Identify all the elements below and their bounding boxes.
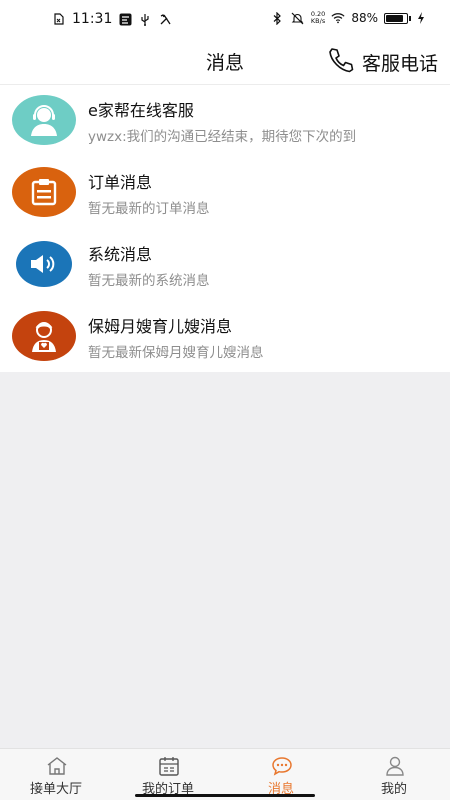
customer-service-phone-label: 客服电话: [361, 53, 438, 75]
message-item-nanny[interactable]: 保姆月嫂育儿嫂消息 暂无最新保姆月嫂育儿嫂消息: [0, 301, 450, 373]
tab-my-orders[interactable]: 我的订单: [112, 749, 224, 800]
nanny-icon: [12, 311, 76, 361]
user-icon: [384, 756, 406, 776]
network-speed: 0.20 KB/s: [310, 10, 326, 25]
message-list: e家帮在线客服 ywzx:我们的沟通已经结束，期待您下次的到 订单消息 暂无最新…: [0, 85, 450, 372]
phone-icon: [326, 46, 356, 79]
chat-bubble-icon: [271, 756, 293, 776]
tab-messages[interactable]: 消息: [225, 749, 337, 800]
message-preview: 暂无最新保姆月嫂育儿嫂消息: [88, 345, 264, 361]
status-bar: 11:31 0.20 KB/s 88%: [0, 0, 450, 38]
message-title: 系统消息: [88, 245, 153, 264]
tab-label: 我的: [380, 782, 407, 797]
message-title: 订单消息: [88, 173, 153, 192]
speaker-icon: [16, 241, 72, 287]
message-preview: ywzx:我们的沟通已经结束，期待您下次的到: [88, 129, 357, 145]
usb-icon: [138, 12, 152, 26]
order-clipboard-icon: [12, 167, 76, 217]
tab-label: 接单大厅: [29, 782, 82, 797]
message-item-system[interactable]: 系统消息 暂无最新的系统消息: [0, 229, 450, 301]
message-item-online-service[interactable]: e家帮在线客服 ywzx:我们的沟通已经结束，期待您下次的到: [0, 85, 450, 157]
battery-level: [386, 14, 403, 22]
bottom-tab-bar: 接单大厅 我的订单 消息 我的: [0, 748, 450, 800]
tab-order-hall[interactable]: 接单大厅: [0, 749, 112, 800]
tab-me[interactable]: 我的: [338, 749, 450, 800]
status-time: 11:31: [72, 11, 113, 27]
status-left: 11:31: [52, 11, 172, 27]
bluetooth-icon: [271, 11, 285, 25]
home-icon: [46, 756, 68, 776]
message-item-orders[interactable]: 订单消息 暂无最新的订单消息: [0, 157, 450, 229]
sim-card-icon: [52, 12, 66, 26]
app-notification-icon: [118, 12, 132, 26]
home-indicator: [135, 794, 315, 797]
customer-service-phone-button[interactable]: 客服电话: [326, 46, 438, 79]
charging-icon: [414, 11, 428, 25]
message-title: e家帮在线客服: [88, 101, 194, 120]
message-title: 保姆月嫂育儿嫂消息: [88, 317, 233, 336]
battery-icon: [384, 12, 411, 24]
message-preview: 暂无最新的订单消息: [88, 201, 210, 217]
mute-bell-icon: [291, 11, 305, 25]
status-right: 0.20 KB/s 88%: [271, 11, 428, 25]
tools-icon: [158, 12, 172, 26]
battery-percent: 88%: [351, 11, 378, 25]
message-preview: 暂无最新的系统消息: [88, 273, 210, 289]
wifi-icon: [331, 11, 345, 25]
calendar-icon: [158, 756, 180, 776]
customer-service-icon: [12, 95, 76, 145]
top-header: 消息 客服电话: [0, 38, 450, 85]
